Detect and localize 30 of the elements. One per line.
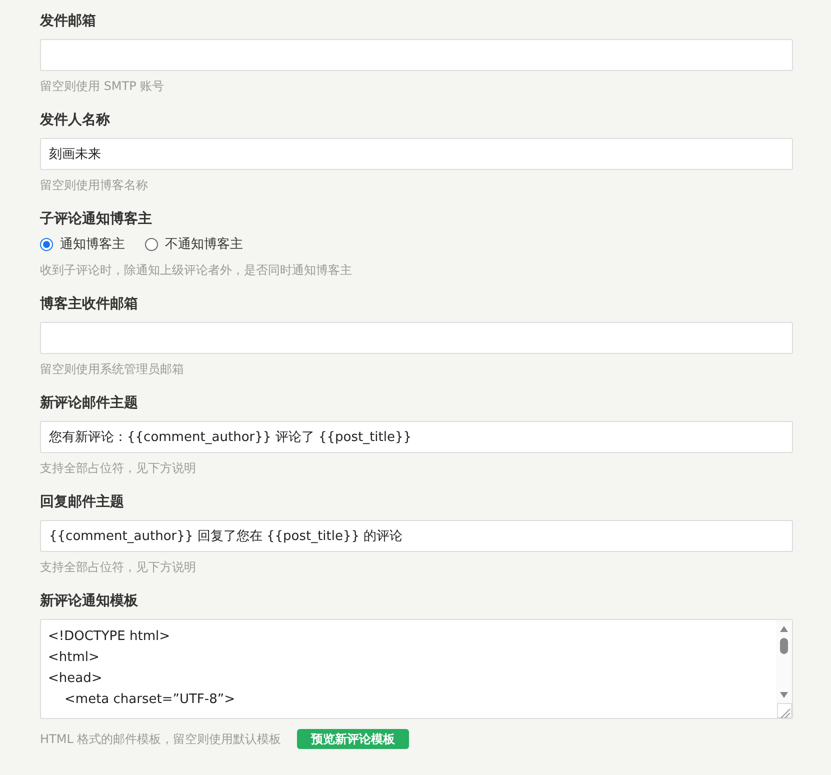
field-label: 新评论通知模板 [40,592,138,611]
radio-button[interactable] [40,238,53,250]
field-hint: 留空则使用 SMTP 账号 [40,78,164,95]
text-field[interactable] [40,39,793,71]
code-line: <meta charset=”UTF-8”> [64,691,235,709]
code-line: <head> [48,670,102,688]
radio-button[interactable] [145,238,158,250]
radio-label[interactable]: 通知博客主 [60,235,125,253]
field-hint: 支持全部占位符，见下方说明 [40,460,196,477]
text-field[interactable]: 刻画未来 [40,138,793,170]
field-label: 子评论通知博客主 [40,210,152,229]
resize-handle-icon[interactable] [777,703,792,718]
field-label: 发件人名称 [40,111,110,130]
field-hint: 留空则使用系统管理员邮箱 [40,361,184,378]
text-field[interactable] [40,322,793,354]
code-line: <!DOCTYPE html> [48,628,170,646]
field-label: 发件邮箱 [40,12,96,31]
code-editor[interactable]: <!DOCTYPE html> <html> <head> <meta charset=”UTF-8”> [40,619,793,719]
text-field[interactable]: 您有新评论：{{comment_author}} 评论了 {{post_title}} [40,421,793,453]
scrollbar[interactable] [776,620,792,703]
field-hint: 留空则使用博客名称 [40,177,148,194]
radio-label[interactable]: 不通知博客主 [165,235,243,253]
code-line: <html> [48,649,100,667]
text-field[interactable]: {{comment_author}} 回复了您在 {{post_title}} 的评论 [40,520,793,552]
field-label: 回复邮件主题 [40,492,124,512]
field-hint: 收到子评论时，除通知上级评论者外，是否同时通知博客主 [40,262,352,279]
field-hint: 支持全部占位符，见下方说明 [40,559,196,576]
field-label: 新评论邮件主题 [40,394,138,413]
field-hint: HTML 格式的邮件模板，留空则使用默认模板 [40,731,282,748]
field-label: 博客主收件邮箱 [40,294,138,314]
